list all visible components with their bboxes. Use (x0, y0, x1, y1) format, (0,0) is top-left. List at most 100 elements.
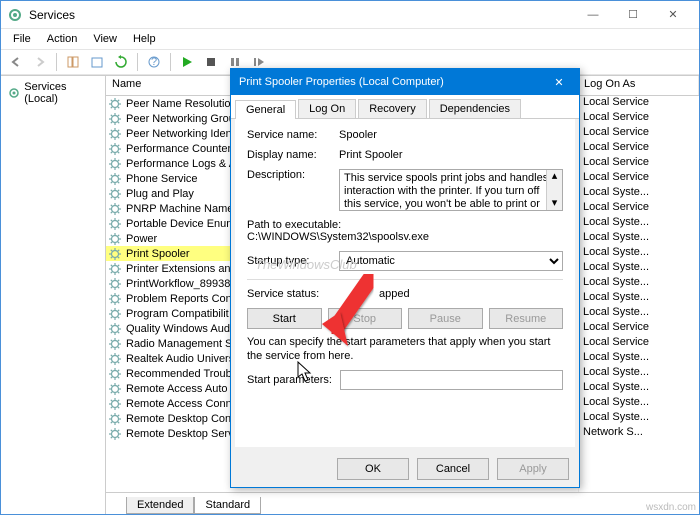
stop-service-button[interactable] (200, 51, 222, 73)
gear-icon (108, 307, 122, 321)
gear-icon (108, 277, 122, 291)
tree-root-label: Services (Local) (24, 81, 99, 105)
service-name: Phone Service (126, 173, 198, 185)
logon-value: Local Service (579, 171, 699, 186)
gear-icon (108, 232, 122, 246)
tab-general[interactable]: General (235, 100, 296, 119)
service-name: Portable Device Enum (126, 218, 235, 230)
logon-value: Local Syste... (579, 186, 699, 201)
scroll-up-icon[interactable]: ▴ (552, 170, 558, 183)
source-watermark: wsxdn.com (646, 502, 696, 513)
logon-value: Local Syste... (579, 381, 699, 396)
refresh-button[interactable] (110, 51, 132, 73)
logon-value: Local Syste... (579, 231, 699, 246)
svg-text:?: ? (151, 56, 157, 68)
dialog-titlebar[interactable]: Print Spooler Properties (Local Computer… (231, 69, 579, 95)
label-status: Service status: (247, 288, 339, 300)
dialog-footer: OK Cancel Apply (231, 451, 579, 487)
gear-icon (108, 427, 122, 441)
service-name: Performance Counter (126, 143, 231, 155)
dialog-tabs: General Log On Recovery Dependencies (231, 95, 579, 119)
stop-button[interactable]: Stop (328, 308, 403, 329)
service-name: PNRP Machine Name (126, 203, 233, 215)
gear-icon (108, 292, 122, 306)
gear-icon (108, 97, 122, 111)
start-parameters-input[interactable] (340, 370, 563, 390)
gear-icon (108, 112, 122, 126)
logon-list: Local ServiceLocal ServiceLocal ServiceL… (578, 96, 699, 492)
resume-button[interactable]: Resume (489, 308, 564, 329)
close-button[interactable]: ✕ (653, 5, 693, 25)
logon-value: Local Service (579, 111, 699, 126)
ok-button[interactable]: OK (337, 458, 409, 480)
forward-button[interactable] (29, 51, 51, 73)
logon-value: Local Service (579, 126, 699, 141)
gear-icon (108, 382, 122, 396)
gear-icon (108, 142, 122, 156)
service-name: Print Spooler (126, 248, 190, 260)
minimize-button[interactable]: — (573, 5, 613, 25)
description-scrollbar[interactable]: ▴ ▾ (546, 170, 562, 210)
service-name: Remote Desktop Conf (126, 413, 234, 425)
tree-pane[interactable]: Services (Local) (1, 76, 106, 514)
service-name: Remote Access Conne (126, 398, 238, 410)
logon-value: Local Service (579, 156, 699, 171)
show-hide-button[interactable] (62, 51, 84, 73)
menu-view[interactable]: View (85, 31, 125, 47)
back-button[interactable] (5, 51, 27, 73)
col-logon[interactable]: Log On As (578, 76, 699, 95)
description-box[interactable]: This service spools print jobs and handl… (339, 169, 563, 211)
dialog-close-button[interactable]: ✕ (547, 72, 571, 92)
service-name: Realtek Audio Univers (126, 353, 234, 365)
maximize-button[interactable]: ☐ (613, 5, 653, 25)
gear-icon (108, 262, 122, 276)
logon-value: Local Syste... (579, 366, 699, 381)
service-name: Radio Management Se (126, 338, 239, 350)
logon-value: Local Syste... (579, 411, 699, 426)
logon-value: Local Syste... (579, 306, 699, 321)
dialog-title: Print Spooler Properties (Local Computer… (239, 76, 547, 88)
label-startup: Startup type: (247, 255, 339, 267)
service-name: Problem Reports Cont (126, 293, 235, 305)
service-name: Power (126, 233, 157, 245)
tree-root[interactable]: Services (Local) (5, 80, 101, 106)
value-status: apped (339, 288, 563, 300)
description-text: This service spools print jobs and handl… (344, 172, 548, 211)
logon-value: Local Syste... (579, 216, 699, 231)
menu-help[interactable]: Help (125, 31, 164, 47)
logon-value: Local Service (579, 201, 699, 216)
tab-dependencies[interactable]: Dependencies (429, 99, 521, 118)
menu-action[interactable]: Action (39, 31, 86, 47)
tab-extended[interactable]: Extended (126, 497, 194, 514)
services-icon (7, 7, 23, 23)
logon-value: Local Service (579, 96, 699, 111)
pause-button[interactable]: Pause (408, 308, 483, 329)
menu-file[interactable]: File (5, 31, 39, 47)
view-tabs: Extended Standard (106, 492, 699, 514)
value-service-name: Spooler (339, 129, 563, 141)
service-name: Program Compatibilit (126, 308, 229, 320)
gear-icon (108, 157, 122, 171)
logon-value: Local Syste... (579, 396, 699, 411)
apply-button[interactable]: Apply (497, 458, 569, 480)
gear-icon (108, 337, 122, 351)
gear-icon (108, 187, 122, 201)
tab-logon[interactable]: Log On (298, 99, 356, 118)
scroll-down-icon[interactable]: ▾ (552, 197, 558, 210)
menubar: File Action View Help (1, 29, 699, 49)
start-service-button[interactable] (176, 51, 198, 73)
tab-standard[interactable]: Standard (194, 497, 261, 514)
titlebar[interactable]: Services — ☐ ✕ (1, 1, 699, 29)
logon-value: Local Service (579, 321, 699, 336)
startup-type-select[interactable]: Automatic (339, 251, 563, 271)
tab-recovery[interactable]: Recovery (358, 99, 426, 118)
help-button[interactable]: ? (143, 51, 165, 73)
cancel-button[interactable]: Cancel (417, 458, 489, 480)
value-path: C:\WINDOWS\System32\spoolsv.exe (247, 231, 563, 243)
service-name: Peer Networking Grou (126, 113, 235, 125)
export-button[interactable] (86, 51, 108, 73)
start-button[interactable]: Start (247, 308, 322, 329)
label-path: Path to executable: (247, 219, 563, 231)
logon-value: Local Service (579, 336, 699, 351)
service-name: Performance Logs & A (126, 158, 236, 170)
